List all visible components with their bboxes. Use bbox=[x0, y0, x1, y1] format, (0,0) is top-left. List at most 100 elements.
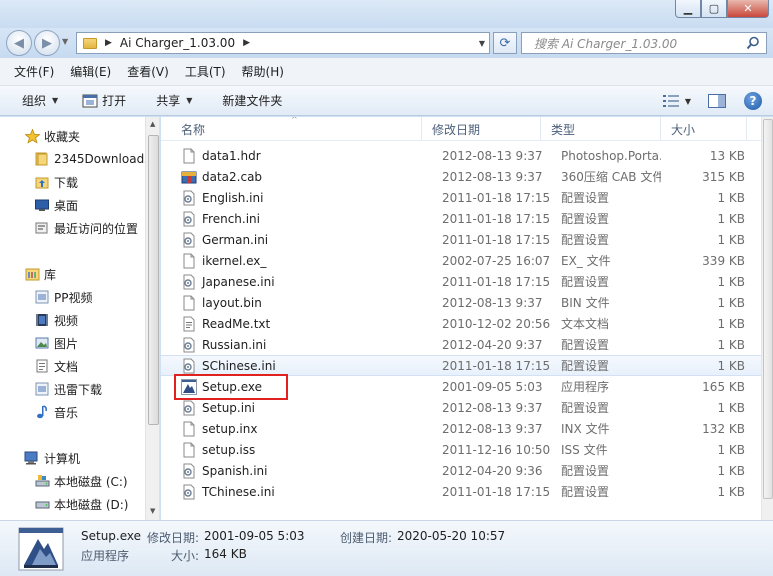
address-bar[interactable]: ▶ Ai Charger_1.03.00 ▶ ▼ bbox=[76, 32, 490, 54]
maximize-icon[interactable]: ▢ bbox=[701, 0, 727, 18]
new-folder-button[interactable]: 新建文件夹 bbox=[214, 90, 290, 112]
recent-pages-dropdown[interactable]: ▼ bbox=[62, 37, 68, 46]
back-button[interactable]: ◀ bbox=[6, 30, 32, 56]
desktop-icon bbox=[34, 197, 50, 213]
file-type-cell: 配置设置 bbox=[561, 275, 610, 289]
caption-buttons: ▁ ▢ ✕ bbox=[675, 0, 769, 18]
file-name-cell[interactable]: data1.hdr bbox=[161, 148, 422, 164]
organize-button[interactable]: 组织 ▼ bbox=[14, 90, 66, 112]
column-header-size[interactable]: 大小 bbox=[661, 117, 747, 141]
file-name-cell[interactable]: Setup.exe bbox=[161, 378, 422, 395]
file-name-cell[interactable]: SChinese.ini bbox=[161, 358, 422, 374]
sidebar-item-drive-d[interactable]: 本地磁盘 (D:) bbox=[34, 494, 128, 514]
breadcrumb-chevron-icon[interactable]: ▶ bbox=[243, 38, 250, 48]
open-program-icon bbox=[82, 94, 98, 107]
file-name-cell[interactable]: data2.cab bbox=[161, 169, 422, 185]
breadcrumb-current[interactable]: Ai Charger_1.03.00 bbox=[120, 36, 235, 50]
view-dropdown-icon[interactable]: ▼ bbox=[685, 97, 691, 106]
file-row[interactable]: layout.bin 2012-08-13 9:37 BIN 文件 1 KB bbox=[161, 292, 761, 313]
file-list-scroll-thumb[interactable] bbox=[763, 119, 773, 499]
file-name-cell[interactable]: setup.inx bbox=[161, 421, 422, 437]
file-row[interactable]: Setup.exe 2001-09-05 5:03 应用程序 165 KB bbox=[161, 376, 761, 397]
file-name-cell[interactable]: Setup.ini bbox=[161, 400, 422, 416]
close-icon[interactable]: ✕ bbox=[727, 0, 769, 18]
help-button[interactable]: ? bbox=[741, 90, 765, 112]
sidebar-item-drive-c[interactable]: 本地磁盘 (C:) bbox=[34, 471, 128, 491]
sidebar-item-desktop[interactable]: 桌面 bbox=[34, 195, 78, 215]
file-list-scrollbar[interactable] bbox=[761, 117, 773, 520]
file-name-cell[interactable]: layout.bin bbox=[161, 295, 422, 311]
search-input[interactable]: 搜索 Ai Charger_1.03.00 bbox=[521, 32, 767, 54]
sidebar-computer[interactable]: 计算机 bbox=[24, 448, 80, 468]
file-row[interactable]: ReadMe.txt 2010-12-02 20:56 文本文档 1 KB bbox=[161, 313, 761, 334]
file-row[interactable]: TChinese.ini 2011-01-18 17:15 配置设置 1 KB bbox=[161, 481, 761, 502]
file-row[interactable]: Spanish.ini 2012-04-20 9:36 配置设置 1 KB bbox=[161, 460, 761, 481]
file-name: TChinese.ini bbox=[202, 484, 275, 499]
search-icon[interactable] bbox=[746, 36, 760, 50]
sidebar-item-2345downloads[interactable]: 2345Downloads bbox=[34, 149, 150, 169]
sidebar-libraries[interactable]: 库 bbox=[24, 264, 56, 284]
file-name-cell[interactable]: French.ini bbox=[161, 211, 422, 227]
minimize-icon[interactable]: ▁ bbox=[675, 0, 701, 18]
scroll-up-icon[interactable]: ▲ bbox=[150, 120, 155, 128]
file-type-cell: 配置设置 bbox=[561, 485, 610, 499]
file-name-cell[interactable]: ReadMe.txt bbox=[161, 316, 422, 332]
file-name: Russian.ini bbox=[202, 337, 267, 352]
file-name-cell[interactable]: TChinese.ini bbox=[161, 484, 422, 500]
share-button[interactable]: 共享 ▼ bbox=[148, 90, 200, 112]
menu-tools[interactable]: 工具(T) bbox=[179, 60, 232, 83]
change-view-button[interactable] bbox=[659, 90, 683, 112]
file-row[interactable]: Japanese.ini 2011-01-18 17:15 配置设置 1 KB bbox=[161, 271, 761, 292]
address-dropdown-icon[interactable]: ▼ bbox=[479, 39, 485, 48]
sidebar-scrollbar[interactable]: ▲ ▼ bbox=[145, 117, 159, 520]
file-row[interactable]: English.ini 2011-01-18 17:15 配置设置 1 KB bbox=[161, 187, 761, 208]
sidebar-item-recent-places[interactable]: 最近访问的位置 bbox=[34, 218, 138, 238]
scroll-down-icon[interactable]: ▼ bbox=[150, 507, 155, 515]
file-name-cell[interactable]: English.ini bbox=[161, 190, 422, 206]
column-header-date[interactable]: 修改日期 bbox=[422, 117, 541, 141]
breadcrumb-chevron-icon[interactable]: ▶ bbox=[105, 38, 112, 48]
sidebar-scroll-thumb[interactable] bbox=[148, 135, 159, 425]
sidebar-item-documents[interactable]: 文档 bbox=[34, 356, 78, 376]
file-icon bbox=[181, 295, 202, 311]
sidebar-favorites[interactable]: 收藏夹 bbox=[24, 126, 80, 146]
file-name-cell[interactable]: German.ini bbox=[161, 232, 422, 248]
menu-help[interactable]: 帮助(H) bbox=[236, 60, 290, 83]
sidebar-item-videos[interactable]: 视频 bbox=[34, 310, 78, 330]
file-row[interactable]: Setup.ini 2012-08-13 9:37 配置设置 1 KB bbox=[161, 397, 761, 418]
file-row[interactable]: ikernel.ex_ 2002-07-25 16:07 EX_ 文件 339 KB bbox=[161, 250, 761, 271]
sidebar-item-pp-video[interactable]: PP视频 bbox=[34, 287, 92, 307]
folder-icon bbox=[83, 37, 97, 49]
sidebar-item-pictures[interactable]: 图片 bbox=[34, 333, 78, 353]
menu-edit[interactable]: 编辑(E) bbox=[64, 60, 117, 83]
file-name-cell[interactable]: Russian.ini bbox=[161, 337, 422, 353]
sort-ascending-icon: ^ bbox=[291, 117, 298, 124]
file-row[interactable]: data1.hdr 2012-08-13 9:37 Photoshop.Porta.… bbox=[161, 145, 761, 166]
file-row[interactable]: data2.cab 2012-08-13 9:37 360压缩 CAB 文件 315 … bbox=[161, 166, 761, 187]
file-row[interactable]: Russian.ini 2012-04-20 9:37 配置设置 1 KB bbox=[161, 334, 761, 355]
file-size-cell: 1 KB bbox=[717, 316, 745, 331]
file-name-cell[interactable]: Spanish.ini bbox=[161, 463, 422, 479]
sidebar-item-thunder-downloads[interactable]: 迅雷下载 bbox=[34, 379, 102, 399]
file-row[interactable]: German.ini 2011-01-18 17:15 配置设置 1 KB bbox=[161, 229, 761, 250]
file-name-cell[interactable]: ikernel.ex_ bbox=[161, 253, 422, 269]
title-bar: ▁ ▢ ✕ bbox=[0, 0, 773, 28]
file-date-cell: 2011-01-18 17:15 bbox=[442, 358, 551, 373]
sidebar-item-music[interactable]: 音乐 bbox=[34, 402, 78, 422]
file-row[interactable]: SChinese.ini 2011-01-18 17:15 配置设置 1 KB bbox=[161, 355, 761, 376]
file-name-cell[interactable]: Japanese.ini bbox=[161, 274, 422, 290]
menu-view[interactable]: 查看(V) bbox=[121, 60, 175, 83]
refresh-button[interactable]: ⟳ bbox=[493, 32, 517, 54]
sidebar-item-downloads[interactable]: 下载 bbox=[34, 172, 78, 192]
file-name-cell[interactable]: setup.iss bbox=[161, 442, 422, 458]
file-row[interactable]: setup.inx 2012-08-13 9:37 INX 文件 132 KB bbox=[161, 418, 761, 439]
column-header-name[interactable]: ^ 名称 bbox=[161, 117, 422, 141]
file-row[interactable]: French.ini 2011-01-18 17:15 配置设置 1 KB bbox=[161, 208, 761, 229]
preview-pane-button[interactable] bbox=[705, 90, 729, 112]
library-folder-icon bbox=[34, 381, 50, 397]
column-header-type[interactable]: 类型 bbox=[541, 117, 661, 141]
menu-file[interactable]: 文件(F) bbox=[8, 60, 60, 83]
file-row[interactable]: setup.iss 2011-12-16 10:50 ISS 文件 1 KB bbox=[161, 439, 761, 460]
forward-button[interactable]: ▶ bbox=[34, 30, 60, 56]
open-button[interactable]: 打开 bbox=[74, 90, 134, 112]
